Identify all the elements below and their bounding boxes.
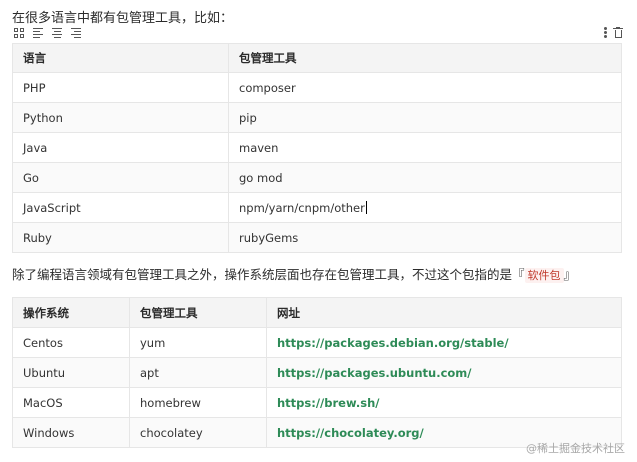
os-package-paragraph: 除了编程语言领域有包管理工具之外，操作系统层面也存在包管理工具，不过这个包指的是…	[12, 264, 576, 283]
package-manager-cell[interactable]: yum	[129, 327, 267, 358]
table-header-row: 语言 包管理工具	[12, 43, 622, 73]
package-manager-text: npm/yarn/cnpm/other	[239, 200, 365, 215]
table-row: JavaScript npm/yarn/cnpm/other	[12, 192, 622, 223]
package-manager-cell[interactable]: composer	[228, 72, 622, 103]
table-row: Python pip	[12, 102, 622, 133]
language-cell[interactable]: Java	[12, 132, 229, 163]
intro-text: 在很多语言中都有包管理工具，比如：	[12, 11, 234, 26]
os-package-table: 操作系统 包管理工具 网址 Centos yum https://package…	[12, 297, 622, 448]
inline-code-tag: 软件包	[524, 268, 564, 283]
package-manager-cell-editing[interactable]: npm/yarn/cnpm/other	[228, 192, 622, 223]
table-row: Java maven	[12, 132, 622, 163]
paragraph-text-before: 除了编程语言领域有包管理工具之外，操作系统层面也存在包管理工具，不过这个包指的是…	[12, 267, 525, 282]
header-package-manager: 包管理工具	[129, 297, 267, 328]
package-manager-cell[interactable]: homebrew	[129, 387, 267, 418]
package-manager-cell[interactable]: pip	[228, 102, 622, 133]
language-cell[interactable]: PHP	[12, 72, 229, 103]
language-cell[interactable]: Python	[12, 102, 229, 133]
header-url: 网址	[266, 297, 622, 328]
os-cell[interactable]: Centos	[12, 327, 130, 358]
more-options-icon[interactable]	[604, 27, 607, 38]
align-right-icon[interactable]	[71, 28, 81, 38]
align-center-icon[interactable]	[52, 28, 62, 38]
url-cell[interactable]: https://packages.debian.org/stable/	[266, 327, 622, 358]
package-manager-cell[interactable]: chocolatey	[129, 417, 267, 448]
table-row: Centos yum https://packages.debian.org/s…	[12, 327, 622, 358]
os-cell[interactable]: Ubuntu	[12, 357, 130, 388]
package-manager-cell[interactable]: maven	[228, 132, 622, 163]
table-header-row: 操作系统 包管理工具 网址	[12, 297, 622, 328]
url-link[interactable]: https://chocolatey.org/	[277, 426, 424, 440]
os-cell[interactable]: MacOS	[12, 387, 130, 418]
table-actions	[604, 27, 623, 38]
paragraph-text-after: 』	[563, 267, 577, 282]
trash-icon[interactable]	[613, 27, 623, 38]
table-row: PHP composer	[12, 72, 622, 103]
url-cell[interactable]: https://packages.ubuntu.com/	[266, 357, 622, 388]
url-link[interactable]: https://packages.ubuntu.com/	[277, 366, 471, 380]
header-package-manager: 包管理工具	[228, 43, 622, 73]
header-language: 语言	[12, 43, 229, 73]
text-cursor	[365, 200, 367, 214]
language-cell[interactable]: Ruby	[12, 222, 229, 253]
table-row: Ruby rubyGems	[12, 222, 622, 253]
language-cell[interactable]: Go	[12, 162, 229, 193]
header-os: 操作系统	[12, 297, 130, 328]
language-package-table: 语言 包管理工具 PHP composer Python pip Java ma…	[12, 43, 622, 253]
table-row: Ubuntu apt https://packages.ubuntu.com/	[12, 357, 622, 388]
table-toolbar	[14, 28, 81, 38]
url-link[interactable]: https://packages.debian.org/stable/	[277, 336, 509, 350]
package-manager-cell[interactable]: apt	[129, 357, 267, 388]
table-row: Go go mod	[12, 162, 622, 193]
language-cell[interactable]: JavaScript	[12, 192, 229, 223]
align-left-icon[interactable]	[33, 28, 43, 38]
watermark: @稀土掘金技术社区	[526, 442, 625, 455]
url-link[interactable]: https://brew.sh/	[277, 396, 379, 410]
os-cell[interactable]: Windows	[12, 417, 130, 448]
package-manager-cell[interactable]: go mod	[228, 162, 622, 193]
table-grid-icon[interactable]	[14, 28, 24, 38]
table-row: MacOS homebrew https://brew.sh/	[12, 387, 622, 418]
url-cell[interactable]: https://brew.sh/	[266, 387, 622, 418]
package-manager-cell[interactable]: rubyGems	[228, 222, 622, 253]
